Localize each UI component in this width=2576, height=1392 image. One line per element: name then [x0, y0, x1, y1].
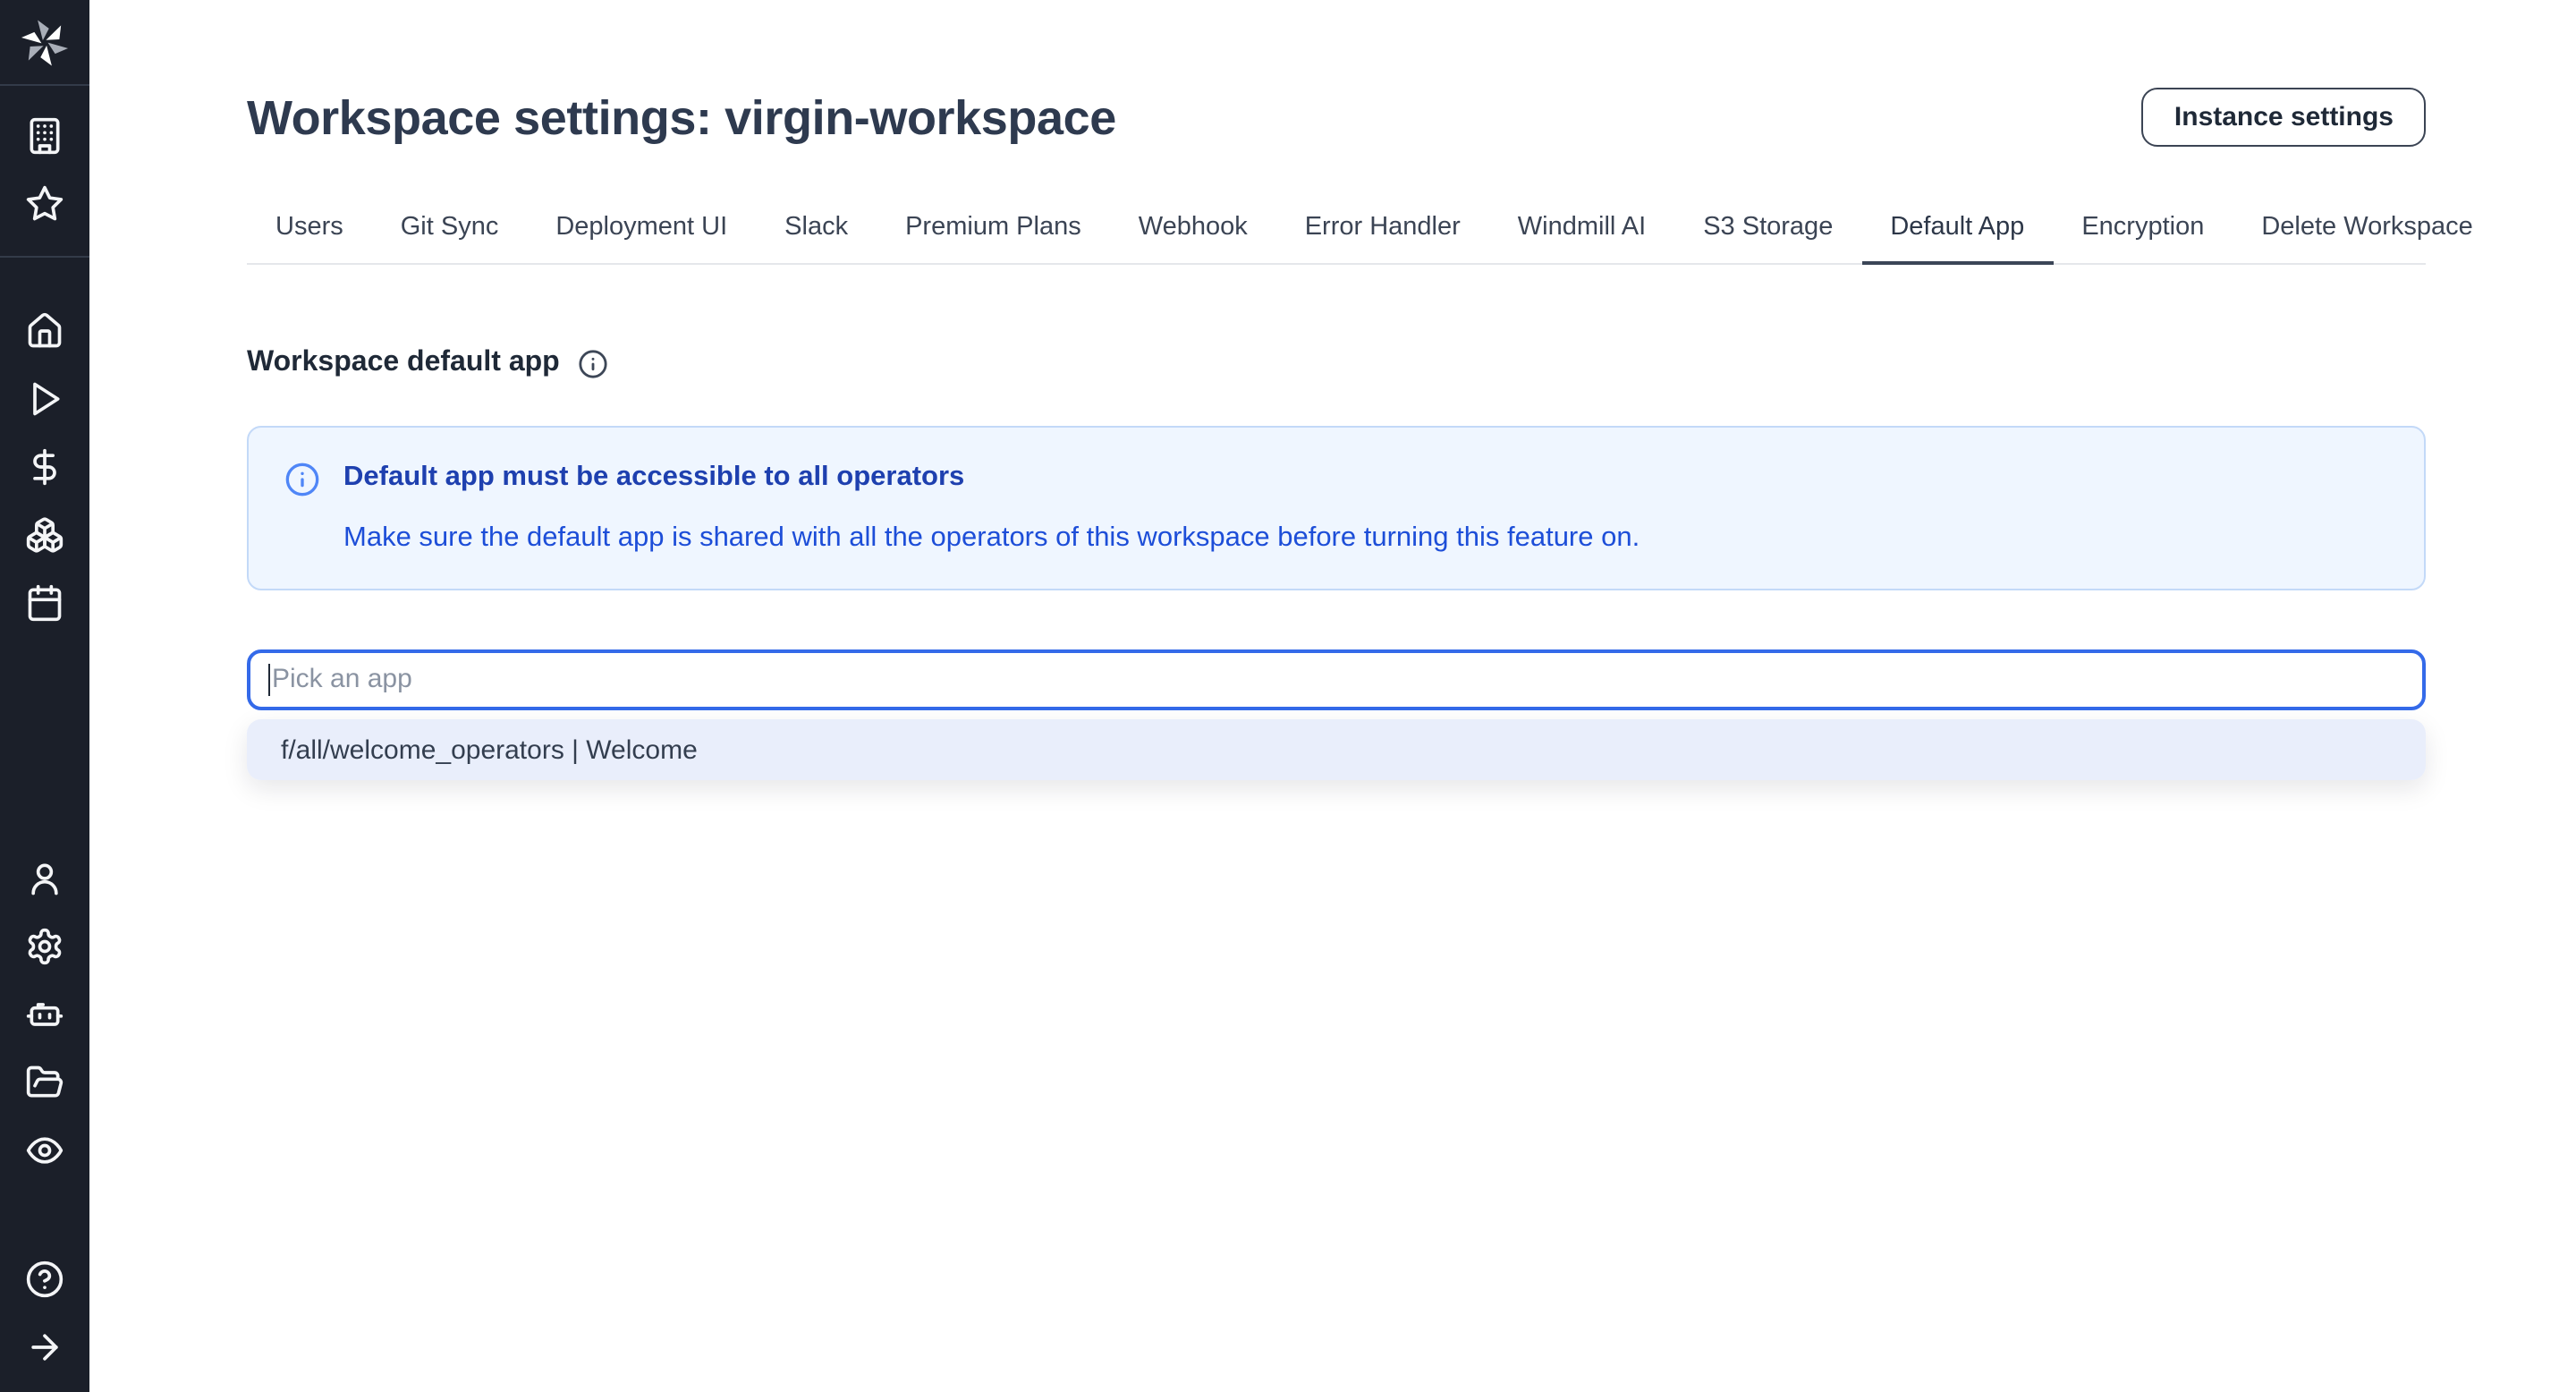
- tab-s3-storage[interactable]: S3 Storage: [1674, 204, 1861, 265]
- info-icon[interactable]: [578, 348, 608, 378]
- instance-settings-button[interactable]: Instance settings: [2142, 88, 2426, 147]
- info-icon: [284, 462, 320, 497]
- sidebar-item-home[interactable]: [0, 297, 89, 365]
- sidebar-secondary-group: [0, 845, 89, 1184]
- user-icon: [25, 859, 64, 898]
- app-picker-input[interactable]: Pick an app: [247, 649, 2426, 710]
- tab-default-app[interactable]: Default App: [1861, 204, 2053, 265]
- info-alert: Default app must be accessible to all op…: [247, 426, 2426, 590]
- app-picker-placeholder: Pick an app: [272, 664, 412, 696]
- text-caret: [268, 664, 270, 696]
- sidebar-item-help[interactable]: [0, 1245, 89, 1313]
- home-icon: [25, 311, 64, 351]
- section-title: Workspace default app: [247, 347, 560, 379]
- arrow-right-icon: [25, 1328, 64, 1367]
- sidebar-item-users[interactable]: [0, 845, 89, 912]
- sidebar-item-schedules[interactable]: [0, 569, 89, 637]
- tab-git-sync[interactable]: Git Sync: [372, 204, 528, 265]
- dollar-icon: [25, 447, 64, 487]
- tab-deployment-ui[interactable]: Deployment UI: [527, 204, 756, 265]
- building-icon: [25, 116, 64, 156]
- sidebar-item-favorites[interactable]: [0, 170, 89, 238]
- alert-title: Default app must be accessible to all op…: [343, 460, 1640, 496]
- main-content: Workspace settings: virgin-workspace Ins…: [89, 0, 2576, 1392]
- sidebar-item-workers[interactable]: [0, 980, 89, 1048]
- tab-windmill-ai[interactable]: Windmill AI: [1489, 204, 1674, 265]
- folder-open-icon: [25, 1063, 64, 1102]
- sidebar-item-settings[interactable]: [0, 912, 89, 980]
- page-title: Workspace settings: virgin-workspace: [247, 86, 1116, 150]
- sidebar-collapse-toggle[interactable]: [0, 1313, 89, 1381]
- play-icon: [25, 379, 64, 419]
- gear-icon: [25, 927, 64, 966]
- tab-webhook[interactable]: Webhook: [1110, 204, 1276, 265]
- sidebar-item-billing[interactable]: [0, 433, 89, 501]
- windmill-logo[interactable]: [0, 0, 89, 86]
- tab-delete-workspace[interactable]: Delete Workspace: [2233, 204, 2501, 265]
- star-icon: [25, 184, 64, 224]
- sidebar-item-audit-logs[interactable]: [0, 1116, 89, 1184]
- tab-slack[interactable]: Slack: [756, 204, 877, 265]
- app-option-welcome-operators[interactable]: f/all/welcome_operators | Welcome: [247, 719, 2426, 780]
- app-picker-dropdown: f/all/welcome_operators | Welcome: [247, 719, 2426, 780]
- sidebar-primary-group: [0, 258, 89, 637]
- sidebar-item-folders[interactable]: [0, 1048, 89, 1116]
- app-window: Workspace settings: virgin-workspace Ins…: [0, 0, 2576, 1392]
- page-header: Workspace settings: virgin-workspace Ins…: [247, 86, 2426, 150]
- sidebar-spacer: [0, 637, 89, 845]
- sidebar-item-workspace[interactable]: [0, 102, 89, 170]
- calendar-icon: [25, 583, 64, 623]
- tab-users[interactable]: Users: [247, 204, 372, 265]
- alert-body: Default app must be accessible to all op…: [343, 460, 1640, 556]
- section-heading-row: Workspace default app: [247, 347, 2426, 379]
- sidebar-item-runs[interactable]: [0, 365, 89, 433]
- sidebar-footer-group: [0, 1184, 89, 1392]
- help-circle-icon: [25, 1260, 64, 1299]
- tab-error-handler[interactable]: Error Handler: [1276, 204, 1489, 265]
- sidebar-item-resources[interactable]: [0, 501, 89, 569]
- boxes-icon: [25, 515, 64, 555]
- alert-description: Make sure the default app is shared with…: [343, 521, 1640, 556]
- settings-tab-bar: Users Git Sync Deployment UI Slack Premi…: [247, 204, 2426, 265]
- sidebar-workspace-group: [0, 86, 89, 258]
- tab-encryption[interactable]: Encryption: [2053, 204, 2233, 265]
- robot-icon: [25, 995, 64, 1034]
- sidebar: [0, 0, 89, 1392]
- eye-icon: [25, 1131, 64, 1170]
- windmill-pinwheel-icon: [20, 17, 70, 67]
- tab-premium-plans[interactable]: Premium Plans: [877, 204, 1110, 265]
